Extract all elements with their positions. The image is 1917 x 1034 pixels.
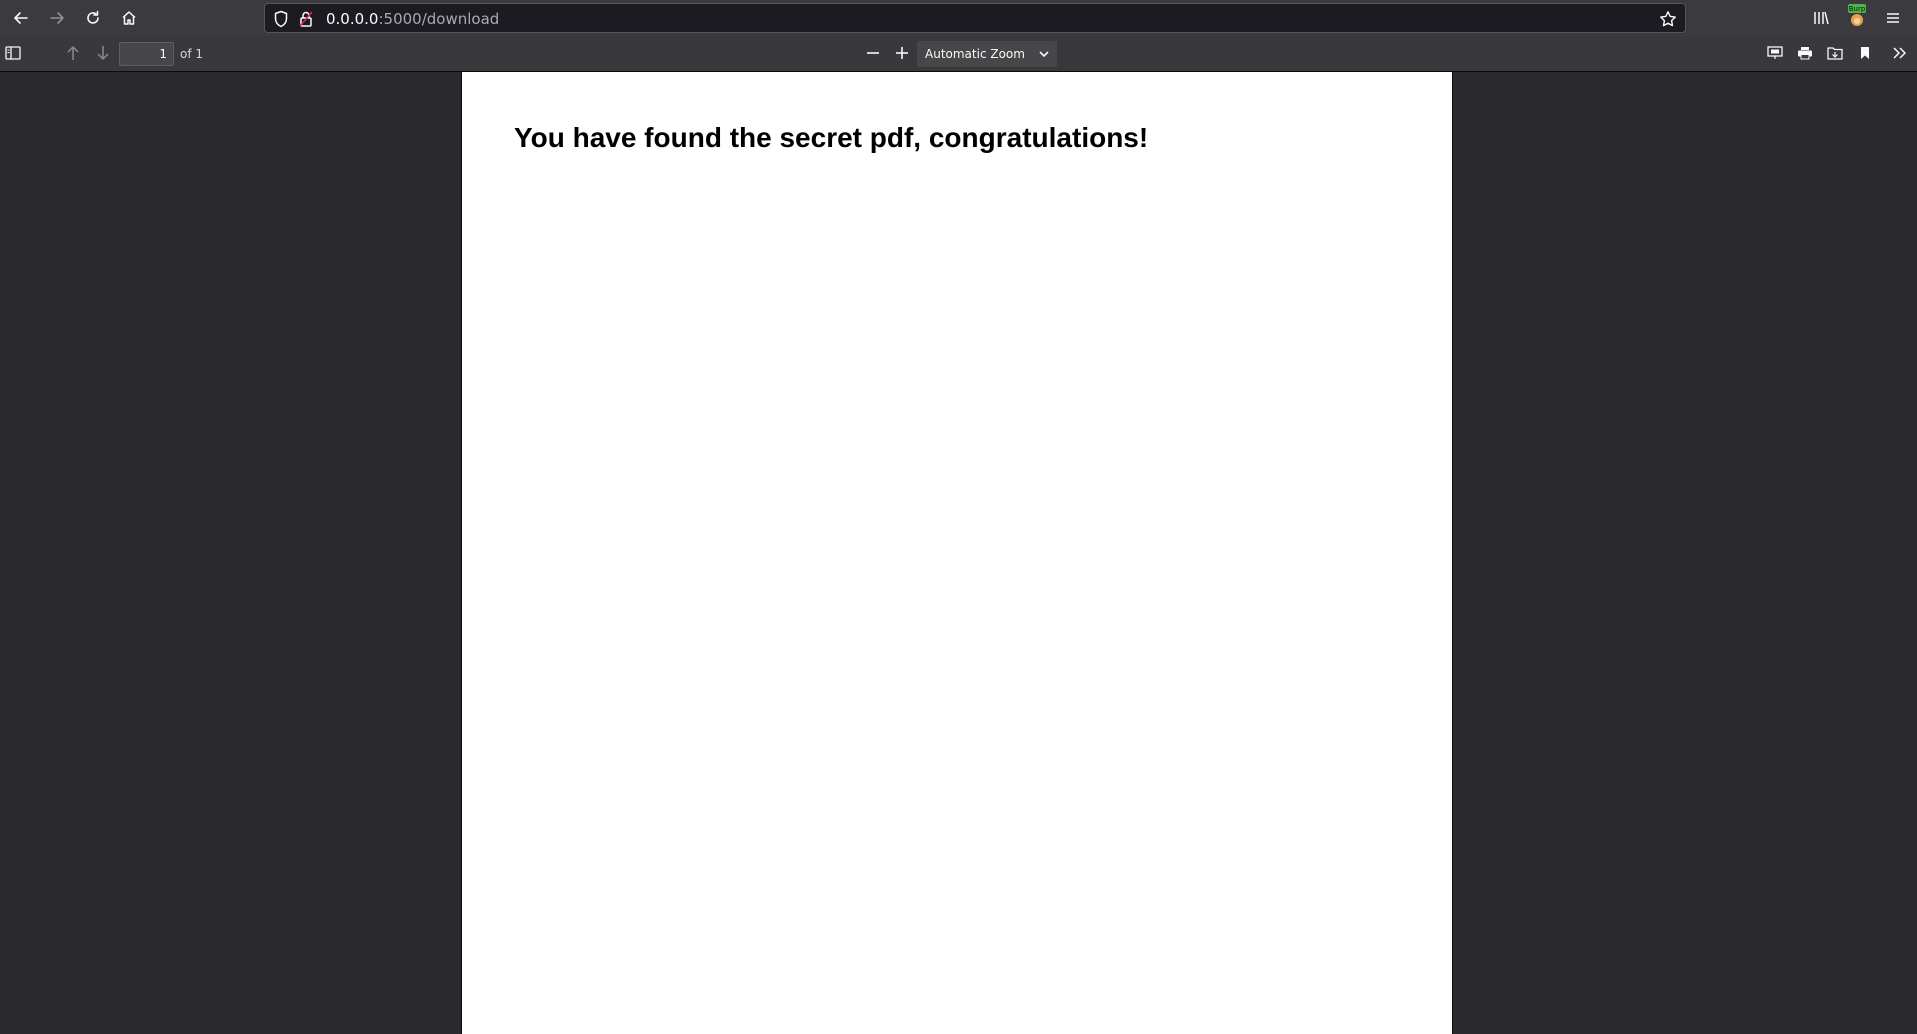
browser-toolbar: 0.0.0.0:5000/download Burp: [0, 0, 1917, 36]
print-button[interactable]: [1792, 40, 1818, 66]
burp-extension-button[interactable]: Burp: [1842, 1, 1872, 31]
printer-icon: [1798, 47, 1812, 60]
plus-icon: [896, 47, 908, 59]
chevron-down-icon: [1039, 51, 1049, 58]
hamburger-menu-icon: [1887, 13, 1899, 23]
page-number-input[interactable]: [119, 42, 174, 66]
tools-button[interactable]: [1887, 40, 1913, 66]
zoom-select-value: Automatic Zoom: [925, 47, 1025, 61]
presentation-icon: [1767, 46, 1783, 59]
url-path: :5000/download: [378, 10, 500, 28]
library-icon: [1814, 11, 1829, 25]
arrow-up-icon: [67, 46, 79, 60]
url-bar[interactable]: 0.0.0.0:5000/download: [264, 3, 1686, 33]
shield-icon[interactable]: [273, 10, 291, 28]
forward-button[interactable]: [42, 3, 72, 33]
reload-icon: [87, 10, 99, 24]
back-button[interactable]: [6, 3, 36, 33]
star-icon[interactable]: [1659, 10, 1677, 28]
sidebar-toggle-icon: [5, 46, 21, 60]
pdf-viewer[interactable]: You have found the secret pdf, congratul…: [0, 72, 1917, 1034]
url-text[interactable]: 0.0.0.0:5000/download: [326, 10, 499, 28]
bookmark-icon: [1861, 47, 1869, 59]
page-count-label: of 1: [180, 47, 204, 61]
sidebar-toggle-button[interactable]: [0, 40, 26, 66]
save-folder-icon: [1827, 47, 1843, 60]
burp-extension-icon: Burp: [1848, 4, 1866, 26]
double-chevron-right-icon: [1893, 47, 1907, 59]
library-button[interactable]: [1806, 3, 1836, 33]
arrow-right-icon: [50, 12, 64, 24]
menu-button[interactable]: [1878, 3, 1908, 33]
arrow-down-icon: [97, 46, 109, 60]
pdf-page: You have found the secret pdf, congratul…: [461, 72, 1453, 1034]
reload-button[interactable]: [78, 3, 108, 33]
zoom-in-button[interactable]: [889, 40, 915, 66]
zoom-out-button[interactable]: [860, 40, 886, 66]
home-button[interactable]: [114, 3, 144, 33]
minus-icon: [867, 52, 879, 54]
save-button[interactable]: [1822, 40, 1848, 66]
pdf-heading: You have found the secret pdf, congratul…: [514, 122, 1149, 153]
previous-page-button[interactable]: [60, 40, 86, 66]
next-page-button[interactable]: [90, 40, 116, 66]
bookmark-button[interactable]: [1852, 40, 1878, 66]
home-icon: [122, 11, 136, 25]
extension-badge-text: Burp: [1849, 5, 1866, 13]
url-host: 0.0.0.0: [326, 10, 379, 28]
arrow-left-icon: [14, 12, 28, 24]
pdf-toolbar: of 1 Automatic Zoom: [0, 36, 1917, 72]
zoom-select[interactable]: Automatic Zoom: [917, 41, 1057, 67]
presentation-mode-button[interactable]: [1762, 40, 1788, 66]
lock-icon[interactable]: [299, 10, 317, 28]
